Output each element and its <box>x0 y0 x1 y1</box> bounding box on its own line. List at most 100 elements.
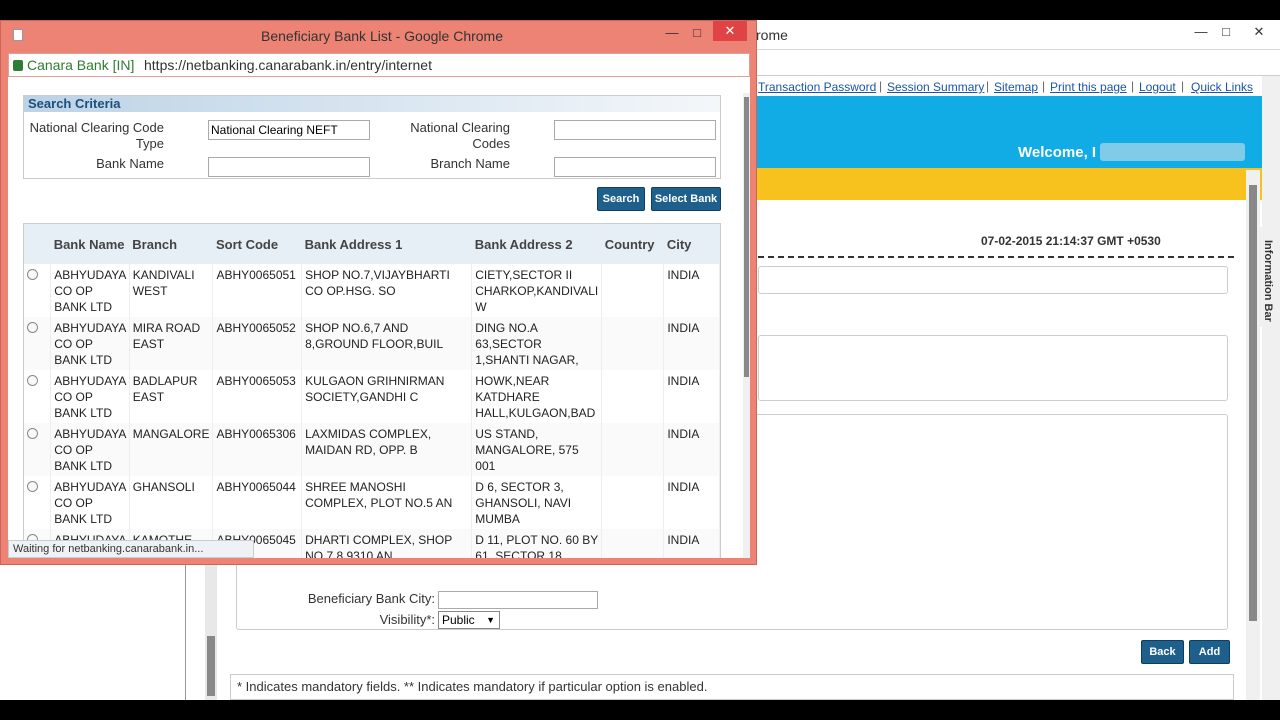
nccode-type-select[interactable]: National Clearing NEFT <box>208 120 370 140</box>
bank-results-table: Bank Name Branch Sort Code Bank Address … <box>23 223 721 558</box>
link-print-page[interactable]: Print this page <box>1050 80 1127 94</box>
bank-name-input[interactable] <box>208 157 370 177</box>
column-header-bank-address-2: Bank Address 2 <box>471 224 602 264</box>
background-window-title: rome <box>756 27 788 43</box>
beneficiary-bank-city-label: Beneficiary Bank City: <box>307 591 435 606</box>
bank-name-label: Bank Name <box>96 156 164 171</box>
table-row[interactable]: ABHYUDAYA CO OP BANK LTD MIRA ROAD EAST … <box>24 317 720 370</box>
country-cell <box>601 423 665 476</box>
search-button[interactable]: Search <box>597 187 645 211</box>
address-1-cell: SHOP NO.6,7 AND 8,GROUND FLOOR,BUIL <box>301 317 473 370</box>
chevron-down-icon: ▼ <box>486 615 495 625</box>
back-button[interactable]: Back <box>1141 640 1184 664</box>
add-button[interactable]: Add <box>1189 640 1230 664</box>
country-cell <box>601 529 665 558</box>
select-column-header <box>24 224 51 264</box>
close-icon[interactable]: ✕ <box>1248 22 1270 42</box>
select-radio[interactable] <box>27 481 38 492</box>
column-header-bank-name: Bank Name <box>50 224 130 264</box>
sort-code-cell: ABHY0065053 <box>212 370 303 423</box>
visibility-label: Visibility*: <box>379 612 435 627</box>
search-criteria-panel: Search Criteria National Clearing Code T… <box>23 95 721 179</box>
row-select-cell <box>24 423 52 476</box>
address-1-cell: SHREE MANOSHI COMPLEX, PLOT NO.5 AN <box>301 476 473 529</box>
branch-cell: BADLAPUR EAST <box>129 370 214 423</box>
address-2-cell: D 6, SECTOR 3, GHANSOLI, NAVI MUMBA <box>471 476 603 529</box>
row-select-cell <box>24 476 52 529</box>
loading-status: Waiting for netbanking.canarabank.in... <box>8 540 254 558</box>
visibility-value: Public <box>442 613 475 627</box>
country-cell <box>601 476 665 529</box>
information-bar-label: Information Bar <box>1262 240 1274 322</box>
page-scrollbar-thumb[interactable] <box>1249 185 1257 621</box>
divider <box>758 256 1234 258</box>
select-radio[interactable] <box>27 322 38 333</box>
site-identity: Canara Bank [IN] <box>27 57 135 73</box>
address-2-cell: US STAND, MANGALORE, 575 001 <box>471 423 603 476</box>
city-cell: INDIA <box>663 264 720 317</box>
select-radio[interactable] <box>27 375 38 386</box>
address-2-cell: D 11, PLOT NO. 60 BY 61, SECTOR 18, <box>471 529 603 558</box>
select-bank-button[interactable]: Select Bank <box>651 187 721 211</box>
column-header-sort-code: Sort Code <box>212 224 302 264</box>
branch-cell: GHANSOLI <box>129 476 214 529</box>
link-session-summary[interactable]: Session Summary <box>887 80 984 94</box>
sort-code-cell: ABHY0065051 <box>212 264 303 317</box>
close-icon[interactable]: ✕ <box>713 21 747 41</box>
bank-name-cell: ABHYUDAYA CO OP BANK LTD <box>50 476 130 529</box>
address-2-cell: HOWK,NEAR KATDHARE HALL,KULGAON,BAD <box>471 370 603 423</box>
minimize-icon[interactable]: — <box>1190 22 1212 42</box>
nccode-type-label: National Clearing Code Type <box>29 120 164 151</box>
content-box <box>758 335 1228 401</box>
table-row[interactable]: ABHYUDAYA CO OP BANK LTD KANDIVALI WEST … <box>24 264 720 317</box>
bank-name-cell: ABHYUDAYA CO OP BANK LTD <box>50 370 130 423</box>
content-scrollbar-thumb[interactable] <box>207 636 215 696</box>
popup-scrollbar-thumb[interactable] <box>744 97 749 377</box>
nc-codes-label: National Clearing Codes <box>410 120 510 151</box>
table-row[interactable]: ABHYUDAYA CO OP BANK LTD GHANSOLI ABHY00… <box>24 476 720 529</box>
link-logout[interactable]: Logout <box>1139 80 1176 94</box>
minimize-icon[interactable]: — <box>661 23 683 43</box>
country-cell <box>601 317 665 370</box>
bank-name-cell: ABHYUDAYA CO OP BANK LTD <box>50 423 130 476</box>
sort-code-cell: ABHY0065306 <box>212 423 303 476</box>
link-transaction-password[interactable]: Transaction Password <box>758 80 876 94</box>
link-separator: | <box>1042 79 1046 93</box>
table-row[interactable]: ABHYUDAYA CO OP BANK LTD MANGALORE ABHY0… <box>24 423 720 476</box>
link-sitemap[interactable]: Sitemap <box>994 80 1038 94</box>
link-separator: | <box>879 79 883 93</box>
sort-code-cell: ABHY0065044 <box>212 476 303 529</box>
column-header-country: Country <box>601 224 664 264</box>
nc-codes-input[interactable] <box>554 120 716 140</box>
branch-name-label: Branch Name <box>430 156 510 171</box>
visibility-select[interactable]: Public ▼ <box>438 611 500 629</box>
branch-cell: MIRA ROAD EAST <box>129 317 214 370</box>
link-separator: | <box>986 79 990 93</box>
branch-name-input[interactable] <box>554 157 716 177</box>
bank-name-cell: ABHYUDAYA CO OP BANK LTD <box>50 264 130 317</box>
select-radio[interactable] <box>27 269 38 280</box>
table-header-row: Bank Name Branch Sort Code Bank Address … <box>24 224 720 264</box>
redacted-username <box>1100 143 1245 161</box>
column-header-bank-address-1: Bank Address 1 <box>301 224 472 264</box>
address-2-cell: DING NO.A 63,SECTOR 1,SHANTI NAGAR, <box>471 317 603 370</box>
maximize-icon[interactable]: □ <box>686 23 708 43</box>
link-separator: | <box>1181 79 1185 93</box>
popup-address-bar[interactable]: Canara Bank [IN] https://netbanking.cana… <box>8 53 750 77</box>
city-cell: INDIA <box>663 370 720 423</box>
page-icon <box>13 29 23 41</box>
mandatory-note: * Indicates mandatory fields. ** Indicat… <box>230 674 1234 700</box>
popup-page: Search Criteria National Clearing Code T… <box>8 77 750 558</box>
table-row[interactable]: ABHYUDAYA CO OP BANK LTD BADLAPUR EAST A… <box>24 370 720 423</box>
row-select-cell <box>24 264 52 317</box>
maximize-icon[interactable]: □ <box>1215 22 1237 42</box>
city-cell: INDIA <box>663 476 720 529</box>
popup-window-title: Beneficiary Bank List - Google Chrome <box>261 28 503 44</box>
select-radio[interactable] <box>27 428 38 439</box>
column-header-branch: Branch <box>129 224 213 264</box>
city-cell: INDIA <box>663 529 720 558</box>
column-header-city: City <box>663 224 720 264</box>
branch-cell: MANGALORE <box>129 423 214 476</box>
beneficiary-bank-city-input[interactable] <box>438 591 598 609</box>
address-1-cell: LAXMIDAS COMPLEX, MAIDAN RD, OPP. B <box>301 423 473 476</box>
